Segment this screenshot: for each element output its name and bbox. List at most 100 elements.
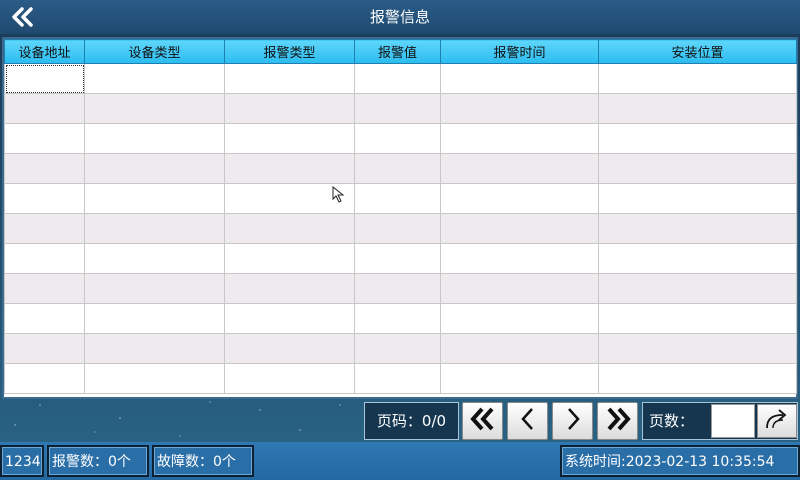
table-cell[interactable]	[224, 273, 355, 304]
prev-page-button[interactable]	[507, 402, 548, 440]
column-header-alarm-value[interactable]: 报警值	[354, 39, 441, 64]
table-row[interactable]	[4, 123, 797, 154]
device-code: 1234	[0, 445, 44, 477]
table-cell[interactable]	[84, 273, 225, 304]
table-cell[interactable]	[598, 363, 797, 394]
table-cell[interactable]	[354, 63, 441, 94]
table-cell[interactable]	[84, 93, 225, 124]
table-cell[interactable]	[354, 93, 441, 124]
go-to-page-button[interactable]	[757, 404, 797, 438]
table-cell[interactable]	[598, 303, 797, 334]
table-cell[interactable]	[4, 303, 85, 334]
alarm-table: 设备地址 设备类型 报警类型 报警值 报警时间 安装位置	[2, 37, 798, 399]
column-header-install-location[interactable]: 安装位置	[598, 39, 797, 64]
table-cell[interactable]	[598, 333, 797, 364]
table-cell[interactable]	[4, 183, 85, 214]
table-cell[interactable]	[224, 123, 355, 154]
table-cell[interactable]	[598, 273, 797, 304]
curved-arrow-right-icon	[763, 408, 791, 434]
table-cell[interactable]	[84, 213, 225, 244]
table-cell[interactable]	[84, 63, 225, 94]
table-cell[interactable]	[440, 213, 599, 244]
table-cell[interactable]	[598, 93, 797, 124]
table-cell[interactable]	[224, 93, 355, 124]
column-header-alarm-time[interactable]: 报警时间	[440, 39, 599, 64]
table-cell[interactable]	[440, 153, 599, 184]
table-cell[interactable]	[598, 63, 797, 94]
table-row[interactable]	[4, 213, 797, 244]
double-chevron-left-icon	[468, 406, 498, 436]
table-cell[interactable]	[224, 213, 355, 244]
column-header-device-address[interactable]: 设备地址	[4, 39, 85, 64]
table-cell[interactable]	[598, 183, 797, 214]
back-button[interactable]	[6, 4, 40, 30]
table-cell[interactable]	[440, 363, 599, 394]
table-cell[interactable]	[354, 153, 441, 184]
table-cell[interactable]	[84, 363, 225, 394]
table-cell[interactable]	[598, 153, 797, 184]
last-page-button[interactable]	[597, 402, 638, 440]
table-cell[interactable]	[4, 153, 85, 184]
table-row[interactable]	[4, 63, 797, 94]
table-cell[interactable]	[354, 183, 441, 214]
table-cell[interactable]	[84, 243, 225, 274]
table-cell[interactable]	[224, 63, 355, 94]
table-row[interactable]	[4, 363, 797, 394]
table-cell[interactable]	[440, 123, 599, 154]
page-jump-box: 页数：	[642, 402, 798, 440]
table-cell[interactable]	[354, 303, 441, 334]
table-cell[interactable]	[84, 123, 225, 154]
table-cell[interactable]	[4, 243, 85, 274]
table-cell[interactable]	[440, 93, 599, 124]
table-cell[interactable]	[354, 243, 441, 274]
table-cell[interactable]	[440, 243, 599, 274]
column-header-alarm-type[interactable]: 报警类型	[224, 39, 355, 64]
table-cell[interactable]	[84, 303, 225, 334]
table-cell[interactable]	[84, 183, 225, 214]
table-cell[interactable]	[354, 363, 441, 394]
table-cell[interactable]	[4, 273, 85, 304]
table-cell[interactable]	[224, 363, 355, 394]
first-page-button[interactable]	[462, 402, 503, 440]
table-row[interactable]	[4, 303, 797, 334]
table-cell[interactable]	[4, 93, 85, 124]
table-cell[interactable]	[440, 183, 599, 214]
table-cell[interactable]	[440, 333, 599, 364]
table-row[interactable]	[4, 153, 797, 184]
table-cell[interactable]	[224, 333, 355, 364]
table-cell[interactable]	[440, 303, 599, 334]
table-cell[interactable]	[4, 363, 85, 394]
table-cell[interactable]	[354, 333, 441, 364]
chevron-right-icon	[563, 406, 583, 436]
title-bar	[0, 0, 800, 34]
column-header-device-type[interactable]: 设备类型	[84, 39, 225, 64]
table-cell[interactable]	[440, 273, 599, 304]
chevron-left-icon	[518, 406, 538, 436]
table-row[interactable]	[4, 243, 797, 274]
table-cell[interactable]	[4, 213, 85, 244]
table-row[interactable]	[4, 273, 797, 304]
table-cell[interactable]	[598, 123, 797, 154]
table-cell[interactable]	[224, 243, 355, 274]
table-cell[interactable]	[4, 333, 85, 364]
table-cell[interactable]	[598, 213, 797, 244]
next-page-button[interactable]	[552, 402, 593, 440]
table-cell[interactable]	[224, 303, 355, 334]
table-cell[interactable]	[84, 333, 225, 364]
table-cell[interactable]	[4, 123, 85, 154]
table-cell[interactable]	[4, 63, 85, 94]
table-cell[interactable]	[354, 123, 441, 154]
table-cell[interactable]	[598, 243, 797, 274]
table-cell[interactable]	[354, 273, 441, 304]
table-row[interactable]	[4, 183, 797, 214]
table-cell[interactable]	[224, 153, 355, 184]
double-chevron-right-icon	[603, 406, 633, 436]
table-cell[interactable]	[440, 63, 599, 94]
table-row[interactable]	[4, 333, 797, 364]
table-cell[interactable]	[84, 153, 225, 184]
table-row[interactable]	[4, 93, 797, 124]
page-number-input[interactable]	[711, 404, 755, 438]
system-time: 系统时间:2023-02-13 10:35:54	[560, 445, 800, 477]
table-cell[interactable]	[354, 213, 441, 244]
mouse-pointer-icon	[332, 185, 348, 204]
